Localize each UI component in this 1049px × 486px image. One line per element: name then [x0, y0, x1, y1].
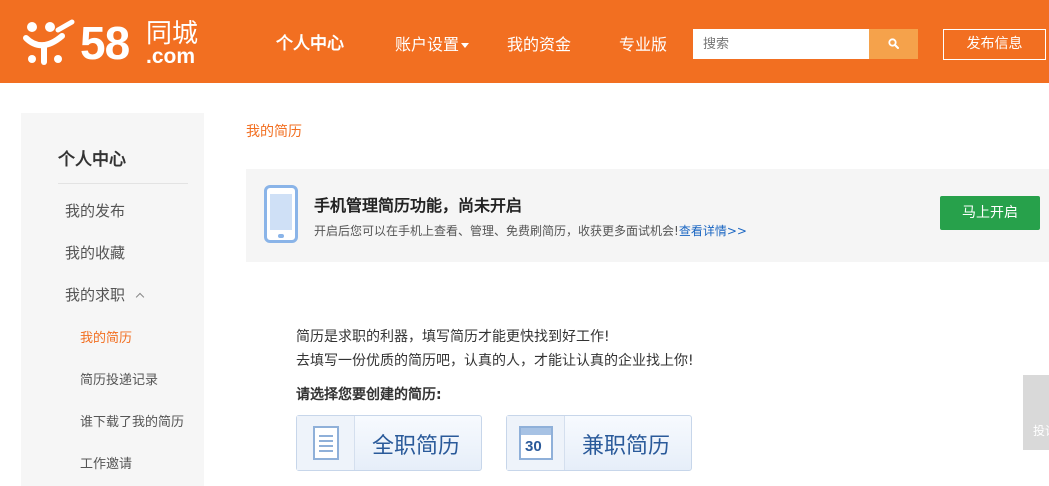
sidebar-item-job-search[interactable]: 我的求职 [65, 284, 145, 305]
search-input[interactable] [693, 29, 869, 59]
document-icon [313, 426, 339, 460]
logo-mascot-icon [23, 19, 75, 65]
nav-personal-center[interactable]: 个人中心 [276, 33, 344, 55]
parttime-resume-label: 兼职简历 [582, 434, 671, 459]
phone-icon [264, 185, 298, 243]
intro-line-1: 简历是求职的利器，填写简历才能更快找到好工作! [296, 329, 610, 345]
sidebar-sub-job-invites[interactable]: 工作邀请 [80, 453, 132, 472]
page-title: 我的简历 [246, 124, 302, 140]
complaint-float-label: 投诉 [1033, 424, 1049, 438]
fulltime-resume-button[interactable]: 全职简历 [296, 415, 482, 471]
sidebar-item-favorites[interactable]: 我的收藏 [65, 242, 125, 263]
logo-brand: 同城 [146, 19, 199, 49]
fulltime-icon-box [297, 416, 355, 470]
logo-domain: .com [146, 45, 196, 68]
notice-desc: 开启后您可以在手机上查看、管理、免费刷简历，收获更多面试机会!查看详情>> [314, 222, 747, 239]
nav-account-settings-label: 账户设置 [395, 35, 460, 54]
search-button[interactable] [869, 29, 918, 59]
top-header: 58 同城 .com 个人中心 账户设置 我的资金 专业版 发布信息 [0, 0, 1049, 83]
sidebar-item-my-posts[interactable]: 我的发布 [65, 200, 125, 221]
chevron-up-icon [135, 292, 145, 301]
nav-account-settings[interactable]: 账户设置 [395, 34, 470, 56]
nav-pro-edition[interactable]: 专业版 [619, 34, 667, 56]
sidebar-title: 个人中心 [58, 150, 126, 170]
view-details-link[interactable]: 查看详情>> [679, 224, 747, 238]
parttime-icon-box: 30 [507, 416, 565, 470]
notice-desc-text: 开启后您可以在手机上查看、管理、免费刷简历，收获更多面试机会! [314, 224, 679, 238]
sidebar-sub-my-resume[interactable]: 我的简历 [80, 327, 132, 346]
sidebar-sub-delivery-records[interactable]: 简历投递记录 [80, 369, 158, 388]
choose-resume-label: 请选择您要创建的简历: [296, 387, 442, 403]
publish-button[interactable]: 发布信息 [943, 29, 1046, 60]
search-icon [888, 38, 899, 49]
nav-my-funds[interactable]: 我的资金 [507, 34, 571, 56]
sidebar-divider [58, 183, 188, 184]
sidebar-sub-who-downloaded[interactable]: 谁下载了我的简历 [80, 411, 184, 430]
intro-line-2: 去填写一份优质的简历吧，认真的人，才能让认真的企业找上你! [296, 353, 694, 369]
site-logo[interactable]: 58 同城 .com [22, 16, 212, 68]
notice-title: 手机管理简历功能，尚未开启 [314, 196, 523, 215]
mobile-notice-banner: 手机管理简历功能，尚未开启 开启后您可以在手机上查看、管理、免费刷简历，收获更多… [246, 169, 1049, 262]
sidebar: 个人中心 我的发布 我的收藏 我的求职 我的简历 简历投递记录 谁下载了我的简历… [21, 113, 204, 486]
sidebar-item-job-search-label: 我的求职 [65, 286, 126, 304]
complaint-float-tab[interactable]: 投诉 [1023, 375, 1049, 450]
calendar-icon: 30 [519, 426, 553, 460]
caret-down-icon [461, 43, 470, 48]
logo-number: 58 [80, 17, 130, 69]
parttime-resume-button[interactable]: 30 兼职简历 [506, 415, 692, 471]
fulltime-resume-label: 全职简历 [372, 434, 461, 459]
enable-now-button[interactable]: 马上开启 [940, 196, 1040, 230]
calendar-icon-number: 30 [525, 438, 542, 455]
